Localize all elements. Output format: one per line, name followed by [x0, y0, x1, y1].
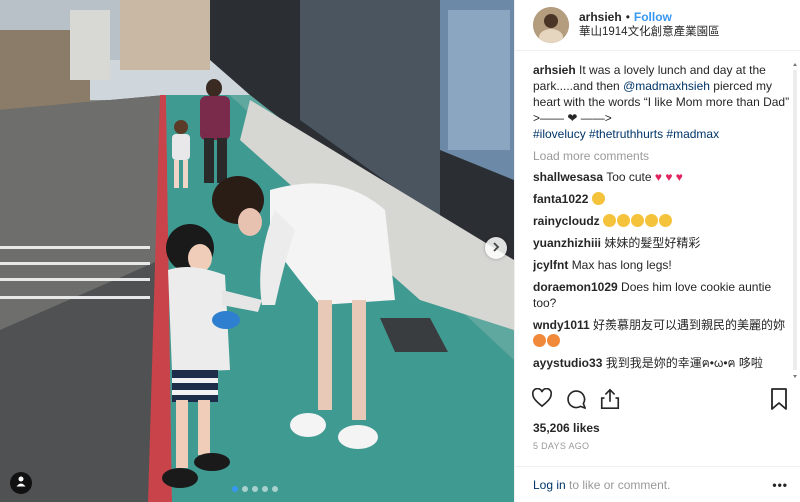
comment-username[interactable]: yuanzhizhiii [533, 236, 601, 250]
laughing-emoji-icon [591, 192, 605, 205]
comment: fanta1022 [533, 191, 790, 207]
comment: yuanzhizhiii 妹妹的髮型好精彩 [533, 235, 790, 251]
tagged-users-button[interactable] [10, 472, 32, 494]
laughing-emoji-icon [617, 214, 631, 227]
login-prompt-text: to like or comment. [565, 477, 671, 492]
post-actions [531, 387, 788, 415]
heart-eyes-emoji-icon [533, 334, 546, 347]
comment: jcylfnt Max has long legs! [533, 257, 790, 273]
carousel-indicator [232, 486, 278, 492]
comment-username[interactable]: fanta1022 [533, 192, 588, 206]
comment-username[interactable]: ayystudio33 [533, 356, 602, 370]
caption-hashtags[interactable]: #ilovelucy #thetruthhurts #madmax [533, 126, 790, 142]
chevron-right-icon [491, 239, 501, 257]
share-icon[interactable] [599, 388, 621, 415]
comment: ayystudio33 我到我是妳的幸運ฅ•ω•ฅ 哆啦 [533, 355, 790, 371]
comments-list[interactable]: arhsieh It was a lovely lunch and day at… [533, 62, 790, 380]
caption-arrow: >—— ❤ ——> [533, 111, 612, 125]
laughing-emoji-icon [659, 214, 673, 227]
caption-username[interactable]: arhsieh [533, 63, 576, 77]
carousel-dot [262, 486, 268, 492]
photo-scene [0, 0, 514, 502]
login-link[interactable]: Log in [533, 478, 566, 492]
post-caption: arhsieh It was a lovely lunch and day at… [533, 62, 790, 142]
comment: doraemon1029 Does him love cookie auntie… [533, 279, 790, 311]
post-author-username[interactable]: arhsieh [579, 10, 622, 25]
comment-username[interactable]: rainycloudz [533, 214, 600, 228]
post-header: arhsieh • Follow 華山1914文化創意產業園區 [515, 0, 800, 51]
comment-username[interactable]: jcylfnt [533, 258, 568, 272]
comments-scrollbar[interactable] [792, 62, 798, 380]
separator-dot: • [625, 10, 630, 24]
heart-outline-icon[interactable] [531, 387, 553, 415]
post-footer: Log in to like or comment. ••• [515, 466, 800, 502]
post-photo[interactable] [0, 0, 514, 502]
caption-mention[interactable]: @madmaxhsieh [623, 79, 710, 93]
more-options-button[interactable]: ••• [772, 478, 788, 492]
heart-emoji: ♥ ♥ ♥ [654, 170, 683, 184]
comment-bubble-icon[interactable] [565, 388, 587, 415]
post-location[interactable]: 華山1914文化創意產業園區 [579, 25, 720, 40]
bookmark-icon[interactable] [770, 387, 788, 415]
laughing-emoji-icon [631, 214, 645, 227]
comment-username[interactable]: wndy1011 [533, 318, 590, 332]
comment-text: 妹妹的髮型好精彩 [604, 236, 701, 250]
comment: rainycloudz [533, 213, 790, 229]
comment-username[interactable]: shallwesasa [533, 170, 603, 184]
follow-button[interactable]: Follow [634, 10, 672, 25]
instagram-post: arhsieh • Follow 華山1914文化創意產業園區 arhsieh … [0, 0, 800, 502]
person-icon [15, 474, 27, 492]
laughing-emoji-icon [645, 214, 659, 227]
comment-username[interactable]: doraemon1029 [533, 280, 618, 294]
carousel-dot [252, 486, 258, 492]
like-count[interactable]: 35,206 likes [533, 421, 600, 435]
comment-text: Max has long legs! [571, 258, 672, 272]
comment: wndy1011 好羨慕朋友可以遇到親民的美麗的妳 [533, 317, 790, 349]
comment-text: Too cute [606, 170, 655, 184]
comment-text: 好羨慕朋友可以遇到親民的美麗的妳 [593, 318, 786, 332]
post-sidebar: arhsieh • Follow 華山1914文化創意產業園區 arhsieh … [514, 0, 800, 502]
comment-text: 我到我是妳的幸運ฅ•ω•ฅ 哆啦 [605, 356, 763, 370]
comment: shallwesasa Too cute ♥ ♥ ♥ [533, 169, 790, 185]
carousel-dot [272, 486, 278, 492]
heart-eyes-emoji-icon [547, 334, 560, 347]
laughing-emoji-icon [603, 214, 617, 227]
post-timestamp[interactable]: 5 DAYS AGO [533, 441, 589, 451]
load-more-comments-button[interactable]: Load more comments [533, 148, 790, 164]
carousel-dot [242, 486, 248, 492]
carousel-dot-active [232, 486, 238, 492]
avatar[interactable] [533, 7, 569, 43]
next-photo-button[interactable] [485, 237, 507, 259]
